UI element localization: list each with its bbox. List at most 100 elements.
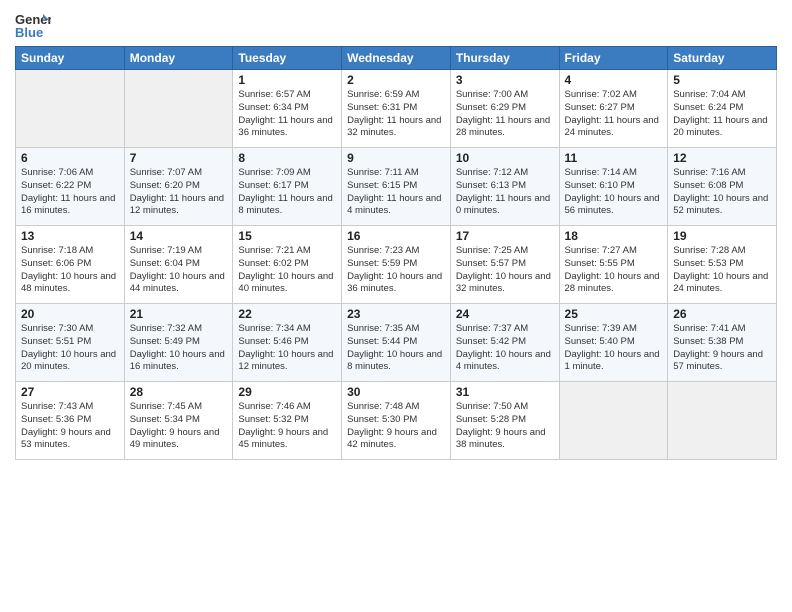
cal-cell: [16, 70, 125, 148]
day-number: 24: [456, 307, 554, 321]
cell-info: Sunrise: 7:37 AM Sunset: 5:42 PM Dayligh…: [456, 323, 554, 374]
week-row-2: 6Sunrise: 7:06 AM Sunset: 6:22 PM Daylig…: [16, 148, 777, 226]
day-number: 4: [565, 73, 663, 87]
cal-cell: 24 Sunrise: 7:37 AM Sunset: 5:42 PM Dayli…: [450, 304, 559, 382]
cell-info: Sunrise: 7:09 AM Sunset: 6:17 PM Dayligh…: [238, 167, 336, 218]
cell-info: Sunrise: 7:07 AM Sunset: 6:20 PM Dayligh…: [130, 167, 228, 218]
cell-info: Sunrise: 7:48 AM Sunset: 5:30 PM Dayligh…: [347, 401, 445, 452]
day-number: 3: [456, 73, 554, 87]
day-number: 29: [238, 385, 336, 399]
cell-info: Sunrise: 7:43 AM Sunset: 5:36 PM Dayligh…: [21, 401, 119, 452]
cal-cell: 31 Sunrise: 7:50 AM Sunset: 5:28 PM Dayli…: [450, 382, 559, 460]
week-row-1: 1 Sunrise: 6:57 AM Sunset: 6:34 PM Daylig…: [16, 70, 777, 148]
day-number: 12: [673, 151, 771, 165]
day-number: 13: [21, 229, 119, 243]
cal-cell: 3Sunrise: 7:00 AM Sunset: 6:29 PM Daylig…: [450, 70, 559, 148]
cell-info: Sunrise: 7:45 AM Sunset: 5:34 PM Dayligh…: [130, 401, 228, 452]
day-number: 1: [238, 73, 336, 87]
day-number: 31: [456, 385, 554, 399]
cal-cell: 4 Sunrise: 7:02 AM Sunset: 6:27 PM Daylig…: [559, 70, 668, 148]
cell-info: Sunrise: 7:25 AM Sunset: 5:57 PM Dayligh…: [456, 245, 554, 296]
day-number: 21: [130, 307, 228, 321]
cell-info: Sunrise: 7:02 AM Sunset: 6:27 PM Dayligh…: [565, 89, 663, 140]
cell-info: Sunrise: 6:57 AM Sunset: 6:34 PM Dayligh…: [238, 89, 336, 140]
day-header-thursday: Thursday: [450, 47, 559, 70]
day-header-friday: Friday: [559, 47, 668, 70]
cal-cell: 5 Sunrise: 7:04 AM Sunset: 6:24 PM Daylig…: [668, 70, 777, 148]
day-number: 5: [673, 73, 771, 87]
cell-info: Sunrise: 7:39 AM Sunset: 5:40 PM Dayligh…: [565, 323, 663, 374]
week-row-4: 20Sunrise: 7:30 AM Sunset: 5:51 PM Dayli…: [16, 304, 777, 382]
day-number: 30: [347, 385, 445, 399]
day-number: 7: [130, 151, 228, 165]
cal-cell: 13Sunrise: 7:18 AM Sunset: 6:06 PM Dayli…: [16, 226, 125, 304]
day-number: 25: [565, 307, 663, 321]
cal-cell: 29 Sunrise: 7:46 AM Sunset: 5:32 PM Dayli…: [233, 382, 342, 460]
cal-cell: 2 Sunrise: 6:59 AM Sunset: 6:31 PM Daylig…: [342, 70, 451, 148]
day-number: 8: [238, 151, 336, 165]
cal-cell: [124, 70, 233, 148]
cell-info: Sunrise: 7:35 AM Sunset: 5:44 PM Dayligh…: [347, 323, 445, 374]
cal-cell: 1 Sunrise: 6:57 AM Sunset: 6:34 PM Daylig…: [233, 70, 342, 148]
svg-text:Blue: Blue: [15, 25, 43, 40]
day-number: 28: [130, 385, 228, 399]
cal-cell: 18 Sunrise: 7:27 AM Sunset: 5:55 PM Dayli…: [559, 226, 668, 304]
cal-cell: 15 Sunrise: 7:21 AM Sunset: 6:02 PM Dayli…: [233, 226, 342, 304]
day-number: 22: [238, 307, 336, 321]
day-number: 17: [456, 229, 554, 243]
day-number: 9: [347, 151, 445, 165]
cal-cell: 22 Sunrise: 7:34 AM Sunset: 5:46 PM Dayli…: [233, 304, 342, 382]
cal-cell: 16 Sunrise: 7:23 AM Sunset: 5:59 PM Dayli…: [342, 226, 451, 304]
cell-info: Sunrise: 7:41 AM Sunset: 5:38 PM Dayligh…: [673, 323, 771, 374]
cal-cell: 12 Sunrise: 7:16 AM Sunset: 6:08 PM Dayli…: [668, 148, 777, 226]
cell-info: Sunrise: 6:59 AM Sunset: 6:31 PM Dayligh…: [347, 89, 445, 140]
day-number: 20: [21, 307, 119, 321]
cal-cell: 27Sunrise: 7:43 AM Sunset: 5:36 PM Dayli…: [16, 382, 125, 460]
cal-cell: 9Sunrise: 7:11 AM Sunset: 6:15 PM Daylig…: [342, 148, 451, 226]
logo: General Blue: [15, 10, 51, 40]
cell-info: Sunrise: 7:19 AM Sunset: 6:04 PM Dayligh…: [130, 245, 228, 296]
day-number: 14: [130, 229, 228, 243]
day-number: 16: [347, 229, 445, 243]
day-header-monday: Monday: [124, 47, 233, 70]
day-number: 11: [565, 151, 663, 165]
day-header-tuesday: Tuesday: [233, 47, 342, 70]
cell-info: Sunrise: 7:23 AM Sunset: 5:59 PM Dayligh…: [347, 245, 445, 296]
cal-cell: 8 Sunrise: 7:09 AM Sunset: 6:17 PM Daylig…: [233, 148, 342, 226]
cal-cell: 14 Sunrise: 7:19 AM Sunset: 6:04 PM Dayli…: [124, 226, 233, 304]
cell-info: Sunrise: 7:04 AM Sunset: 6:24 PM Dayligh…: [673, 89, 771, 140]
week-row-3: 13Sunrise: 7:18 AM Sunset: 6:06 PM Dayli…: [16, 226, 777, 304]
header: General Blue: [15, 10, 777, 40]
cell-info: Sunrise: 7:16 AM Sunset: 6:08 PM Dayligh…: [673, 167, 771, 218]
cell-info: Sunrise: 7:12 AM Sunset: 6:13 PM Dayligh…: [456, 167, 554, 218]
week-row-5: 27Sunrise: 7:43 AM Sunset: 5:36 PM Dayli…: [16, 382, 777, 460]
cal-cell: 10 Sunrise: 7:12 AM Sunset: 6:13 PM Dayli…: [450, 148, 559, 226]
cal-cell: 21 Sunrise: 7:32 AM Sunset: 5:49 PM Dayli…: [124, 304, 233, 382]
cal-cell: 11 Sunrise: 7:14 AM Sunset: 6:10 PM Dayli…: [559, 148, 668, 226]
cal-cell: 25 Sunrise: 7:39 AM Sunset: 5:40 PM Dayli…: [559, 304, 668, 382]
cal-cell: 28 Sunrise: 7:45 AM Sunset: 5:34 PM Dayli…: [124, 382, 233, 460]
cell-info: Sunrise: 7:21 AM Sunset: 6:02 PM Dayligh…: [238, 245, 336, 296]
day-header-wednesday: Wednesday: [342, 47, 451, 70]
logo-icon: General Blue: [15, 10, 51, 40]
cell-info: Sunrise: 7:27 AM Sunset: 5:55 PM Dayligh…: [565, 245, 663, 296]
cal-cell: 20Sunrise: 7:30 AM Sunset: 5:51 PM Dayli…: [16, 304, 125, 382]
cell-info: Sunrise: 7:14 AM Sunset: 6:10 PM Dayligh…: [565, 167, 663, 218]
day-number: 15: [238, 229, 336, 243]
day-number: 18: [565, 229, 663, 243]
header-row: SundayMondayTuesdayWednesdayThursdayFrid…: [16, 47, 777, 70]
cal-cell: [668, 382, 777, 460]
day-number: 6: [21, 151, 119, 165]
cell-info: Sunrise: 7:46 AM Sunset: 5:32 PM Dayligh…: [238, 401, 336, 452]
cell-info: Sunrise: 7:32 AM Sunset: 5:49 PM Dayligh…: [130, 323, 228, 374]
cal-cell: 6Sunrise: 7:06 AM Sunset: 6:22 PM Daylig…: [16, 148, 125, 226]
cal-cell: 23 Sunrise: 7:35 AM Sunset: 5:44 PM Dayli…: [342, 304, 451, 382]
cell-info: Sunrise: 7:34 AM Sunset: 5:46 PM Dayligh…: [238, 323, 336, 374]
cell-info: Sunrise: 7:50 AM Sunset: 5:28 PM Dayligh…: [456, 401, 554, 452]
cal-cell: 19Sunrise: 7:28 AM Sunset: 5:53 PM Dayli…: [668, 226, 777, 304]
day-number: 10: [456, 151, 554, 165]
day-header-saturday: Saturday: [668, 47, 777, 70]
day-number: 2: [347, 73, 445, 87]
day-number: 19: [673, 229, 771, 243]
day-number: 23: [347, 307, 445, 321]
